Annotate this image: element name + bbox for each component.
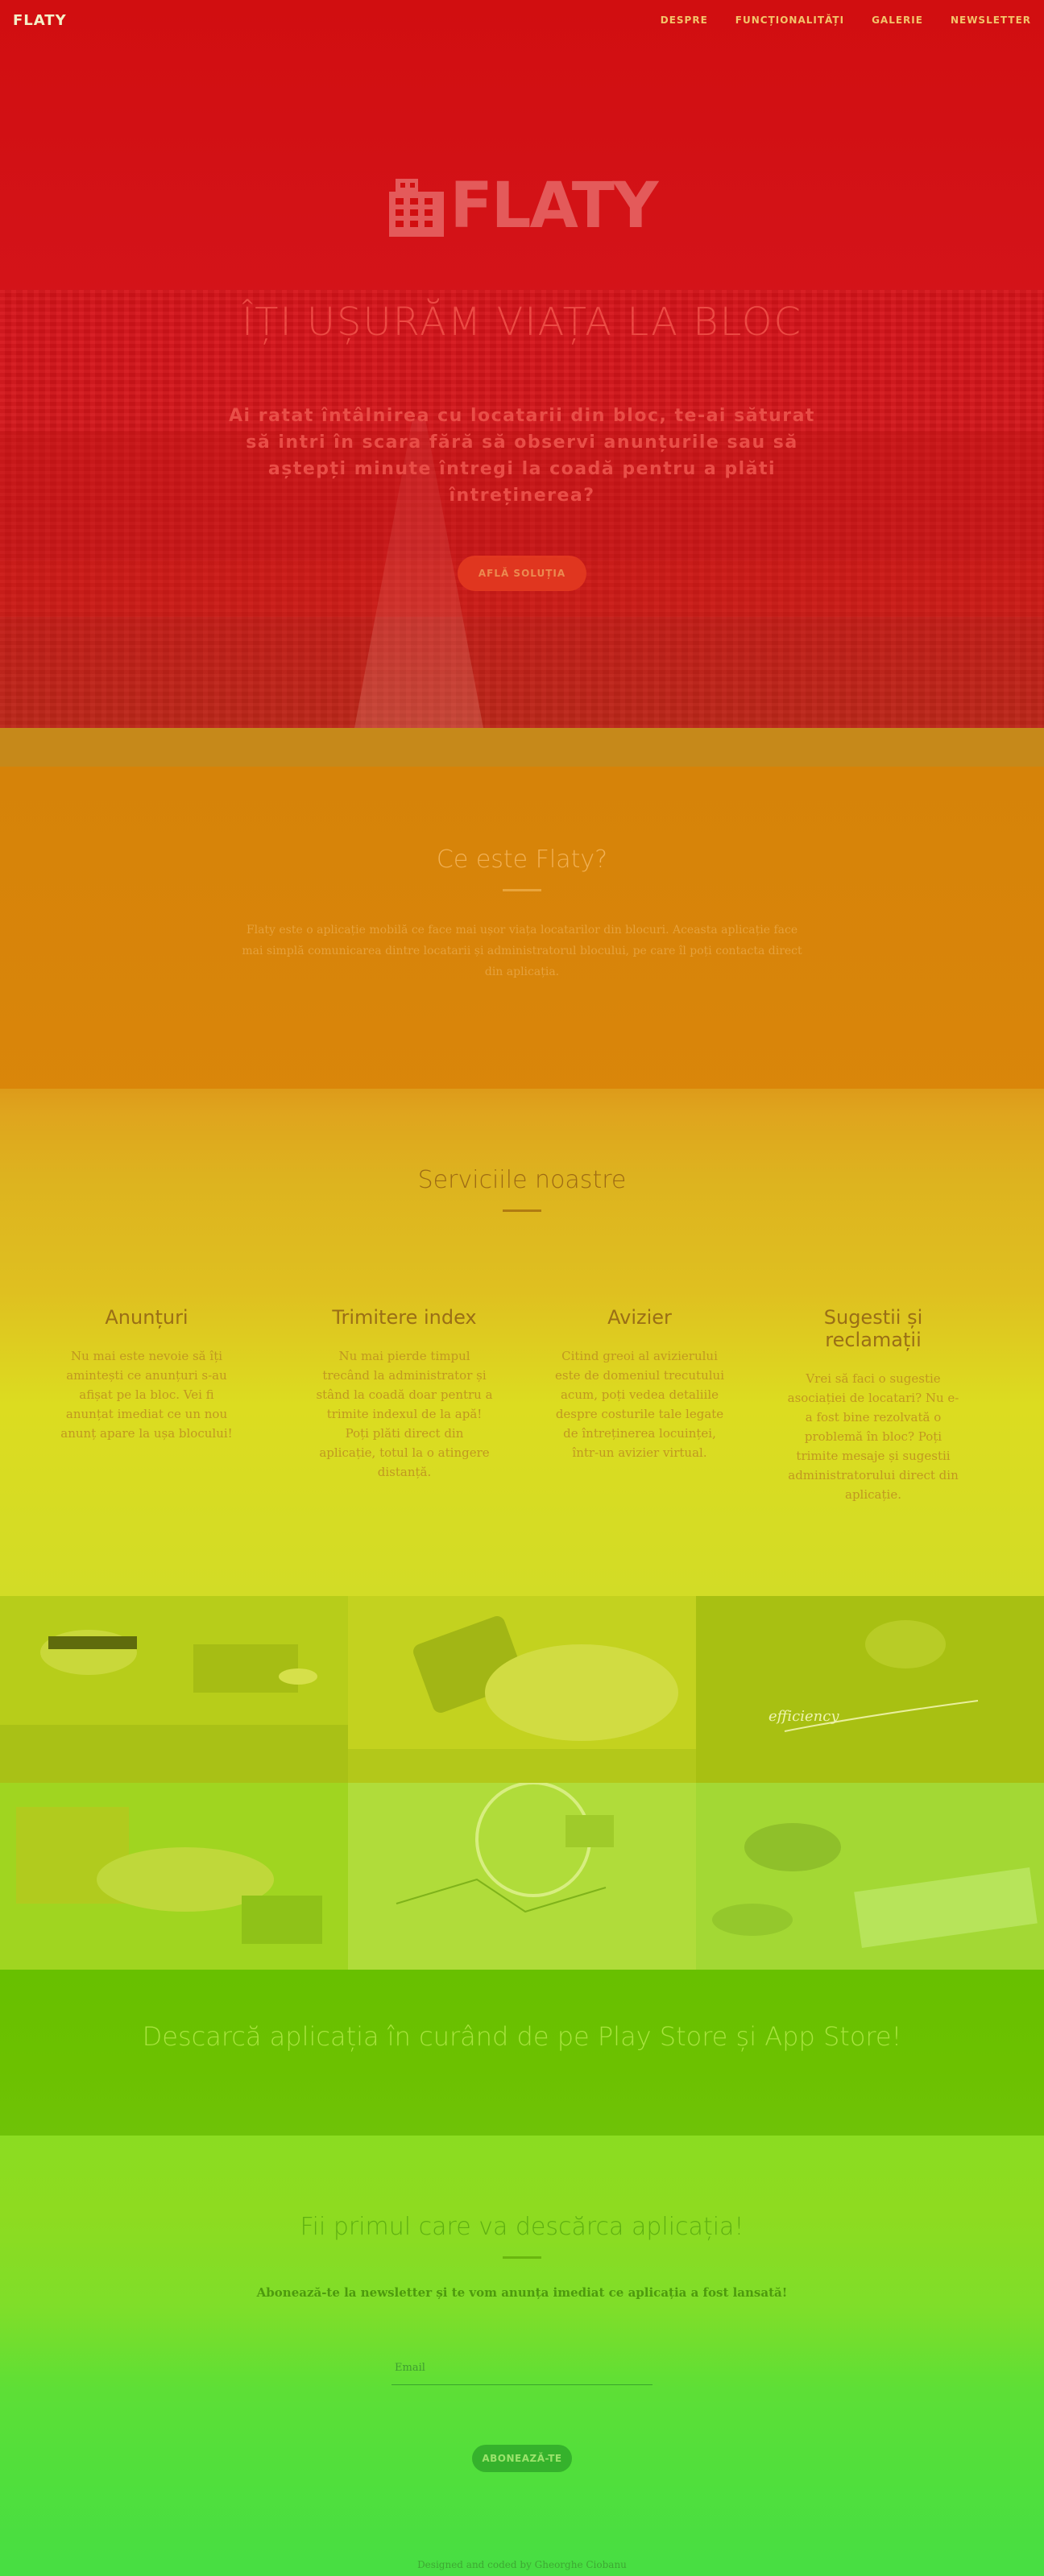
service-index: Trimitere index Nu mai pierde timpul tre… bbox=[316, 1306, 493, 1482]
find-solution-button[interactable]: AFLĂ SOLUȚIA bbox=[458, 556, 586, 591]
service-text: Vrei să faci o sugestie asociației de lo… bbox=[787, 1371, 959, 1502]
hero-description: Ai ratat întâlnirea cu locatarii din blo… bbox=[229, 406, 815, 506]
service-announcements: Anunțuri Nu mai este nevoie să îți amint… bbox=[58, 1306, 235, 1443]
hero-section: FLATY ÎȚI UȘURĂM VIAȚA LA BLOC Ai ratat … bbox=[0, 0, 1044, 728]
service-text: Citind greoi al avizierului este de dome… bbox=[555, 1349, 724, 1460]
service-text: Nu mai pierde timpul trecând la administ… bbox=[316, 1349, 493, 1479]
about-text: Flaty este o aplicație mobilă ce face ma… bbox=[242, 924, 802, 978]
gallery-image-efficiency[interactable]: efficiency bbox=[696, 1596, 1044, 1783]
gallery-image-phone[interactable] bbox=[348, 1596, 696, 1783]
about-section: Ce este Flaty? Flaty este o aplicație mo… bbox=[0, 728, 1044, 1139]
email-field[interactable] bbox=[392, 2351, 652, 2385]
about-title: Ce este Flaty? bbox=[436, 846, 608, 874]
nav-links: DESPRE FUNCȚIONALITĂȚI GALERIE NEWSLETTE… bbox=[661, 14, 1031, 26]
services-section: Serviciile noastre Anunțuri Nu mai este … bbox=[0, 1089, 1044, 1598]
services-title: Serviciile noastre bbox=[417, 1166, 627, 1194]
service-title: Anunțuri bbox=[105, 1306, 188, 1329]
gallery-section: efficiency bbox=[0, 1596, 1044, 1970]
gallery-image-handshake[interactable] bbox=[0, 1783, 348, 1970]
service-text: Nu mai este nevoie să îți amintești ce a… bbox=[60, 1349, 233, 1441]
gallery-image-magnifier[interactable] bbox=[348, 1783, 696, 1970]
hero-logo: FLATY bbox=[0, 170, 1044, 242]
service-board: Avizier Citind greoi al avizierului este… bbox=[551, 1306, 728, 1462]
nav-link-functionalitati[interactable]: FUNCȚIONALITĂȚI bbox=[735, 14, 844, 26]
nav-link-newsletter[interactable]: NEWSLETTER bbox=[951, 14, 1031, 26]
service-title: Trimitere index bbox=[332, 1306, 477, 1329]
gallery-image-meeting[interactable] bbox=[696, 1783, 1044, 1970]
service-suggestions: Sugestii și reclamații Vrei să faci o su… bbox=[785, 1306, 962, 1504]
newsletter-section: Fii primul care va descărca aplicația! A… bbox=[0, 2136, 1044, 2576]
newsletter-subtitle: Abonează-te la newsletter și te vom anun… bbox=[256, 2285, 788, 2300]
footer-credit: Designed and coded by Gheorghe Ciobanu bbox=[417, 2559, 627, 2570]
building-icon bbox=[388, 179, 444, 237]
navbar: FLATY DESPRE FUNCȚIONALITĂȚI GALERIE NEW… bbox=[0, 0, 1044, 40]
download-text: Descarcă aplicația în curând de pe Play … bbox=[142, 2021, 902, 2052]
hero-title: ÎȚI UȘURĂM VIAȚA LA BLOC bbox=[241, 300, 803, 345]
svg-text:efficiency: efficiency bbox=[768, 1708, 839, 1725]
title-underline bbox=[503, 2256, 541, 2259]
nav-link-galerie[interactable]: GALERIE bbox=[872, 14, 923, 26]
title-underline bbox=[503, 1209, 541, 1212]
download-section: Descarcă aplicația în curând de pe Play … bbox=[0, 1970, 1044, 2136]
brand-logo[interactable]: FLATY bbox=[13, 12, 67, 29]
nav-link-despre[interactable]: DESPRE bbox=[661, 14, 708, 26]
email-field-wrapper bbox=[392, 2351, 652, 2385]
subscribe-button[interactable]: ABONEAZĂ-TE bbox=[472, 2445, 572, 2472]
service-title: Avizier bbox=[607, 1306, 672, 1329]
title-underline bbox=[503, 889, 541, 891]
section-divider bbox=[0, 728, 1044, 767]
logo-text: FLATY bbox=[450, 170, 659, 242]
newsletter-title: Fii primul care va descărca aplicația! bbox=[300, 2213, 744, 2241]
gallery-image-office[interactable] bbox=[0, 1596, 348, 1783]
service-title: Sugestii și reclamații bbox=[823, 1306, 923, 1351]
